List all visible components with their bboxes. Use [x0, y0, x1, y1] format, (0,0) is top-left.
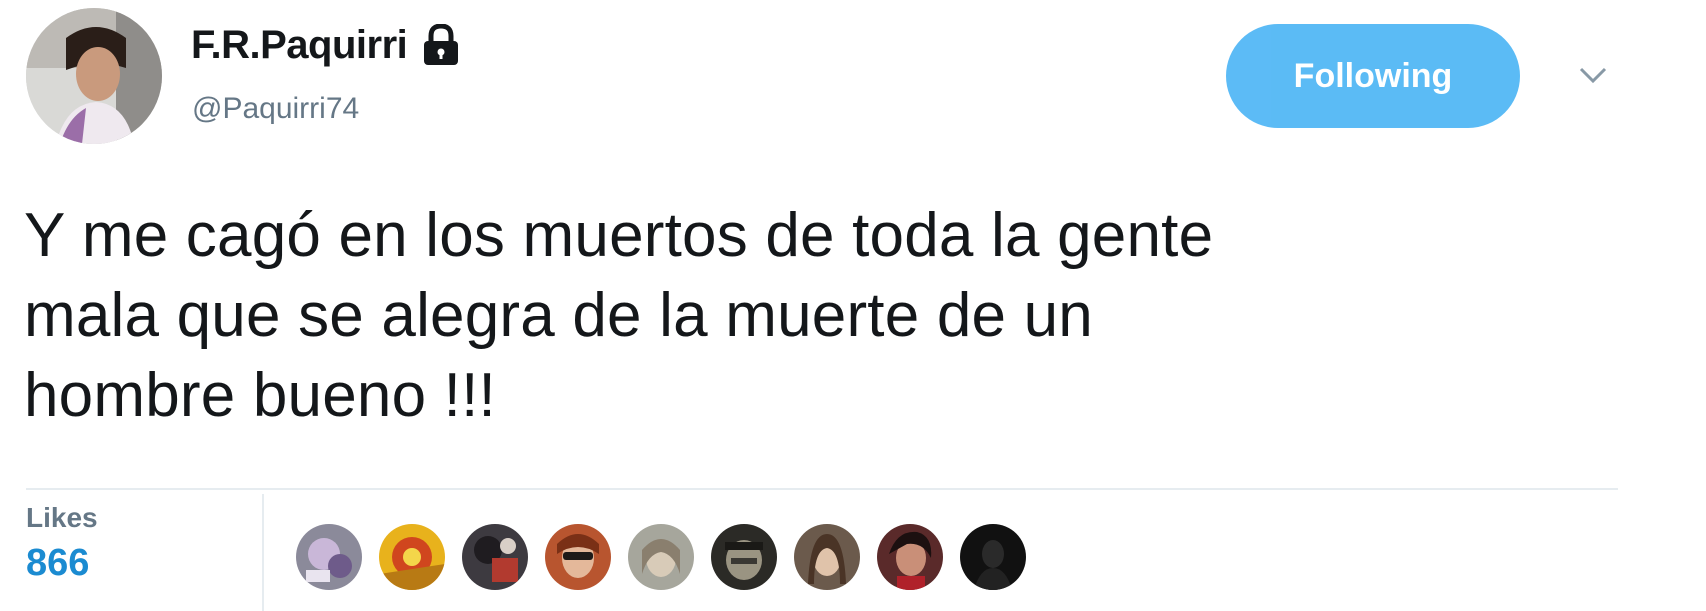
liker-avatar[interactable]	[379, 524, 445, 590]
tweet-text-line: Y me cagó en los muertos de toda la gent…	[24, 201, 1214, 270]
tweet-text-line: mala que se alegra de la muerte de un	[24, 281, 1093, 350]
profile-avatar[interactable]	[26, 8, 162, 144]
display-name[interactable]: F.R.Paquirri	[191, 23, 408, 68]
stats-divider	[262, 494, 264, 611]
tweet-text: Y me cagó en los muertos de toda la gent…	[24, 196, 1604, 436]
liker-avatar[interactable]	[794, 524, 860, 590]
likes-stat[interactable]: Likes 866	[26, 502, 98, 585]
liker-avatar[interactable]	[545, 524, 611, 590]
liker-avatar[interactable]	[462, 524, 528, 590]
following-button[interactable]: Following	[1226, 24, 1520, 128]
divider	[26, 488, 1618, 490]
liker-avatar[interactable]	[711, 524, 777, 590]
liker-avatar[interactable]	[628, 524, 694, 590]
chevron-down-icon[interactable]	[1578, 64, 1608, 86]
user-name-row: F.R.Paquirri	[191, 20, 461, 70]
tweet-card: F.R.Paquirri @Paquirri74 Following Y me …	[0, 0, 1706, 611]
liker-avatar[interactable]	[960, 524, 1026, 590]
liker-avatar[interactable]	[296, 524, 362, 590]
tweet-text-line: hombre bueno !!!	[24, 361, 496, 430]
user-handle[interactable]: @Paquirri74	[192, 92, 359, 126]
likes-count: 866	[26, 542, 90, 584]
lock-icon	[421, 23, 461, 66]
liker-avatar[interactable]	[877, 524, 943, 590]
likes-label: Likes	[26, 502, 98, 533]
liker-avatars	[296, 524, 1043, 592]
